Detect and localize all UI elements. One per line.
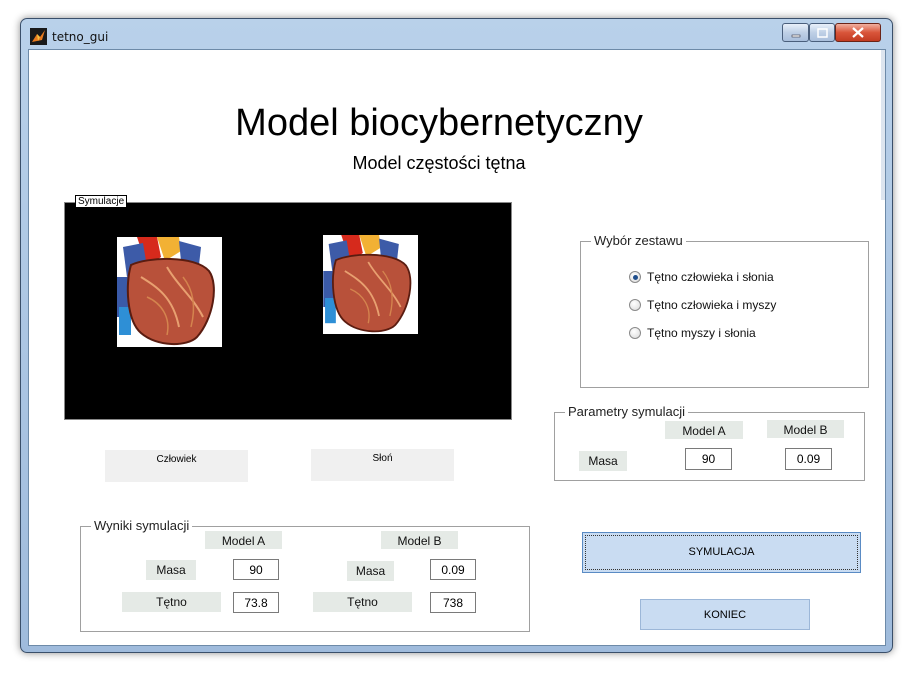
matlab-icon (30, 28, 47, 45)
minimize-icon (791, 34, 800, 37)
close-button[interactable] (835, 23, 881, 42)
minimize-button[interactable] (782, 23, 809, 42)
radio-human-mouse[interactable]: Tętno człowieka i myszy (629, 298, 776, 312)
exit-button[interactable]: KONIEC (640, 599, 810, 630)
results-label: Wyniki symulacji (91, 518, 193, 533)
radio-label: Tętno myszy i słonia (647, 326, 756, 340)
radio-unselected-icon (629, 327, 641, 339)
set-choice-label: Wybór zestawu (591, 233, 686, 248)
simulate-button[interactable]: SYMULACJA (582, 532, 861, 573)
radio-selected-icon (629, 271, 641, 283)
results-mass-a-output: 90 (233, 559, 279, 580)
simulation-panel-label: Symulacje (75, 195, 128, 207)
results-pulse-label-b: Tętno (313, 592, 412, 612)
close-icon (852, 27, 864, 38)
side-strip (881, 50, 885, 200)
elephant-label: Słoń (311, 449, 454, 481)
results-group: Wyniki symulacji Model A Model B Masa 90… (80, 518, 530, 632)
params-group: Parametry symulacji Model A Model B Masa… (554, 404, 865, 481)
app-window: tetno_gui Model biocybernetyczny Model c… (20, 18, 893, 653)
figure-client-area: Model biocybernetyczny Model częstości t… (28, 49, 886, 646)
simulation-panel: Symulacje (64, 195, 512, 420)
radio-mouse-elephant[interactable]: Tętno myszy i słonia (629, 326, 756, 340)
params-mass-a-input[interactable]: 90 (685, 448, 732, 470)
page-subtitle: Model częstości tętna (352, 153, 526, 173)
results-pulse-label-a: Tętno (122, 592, 221, 612)
params-model-b-header: Model B (767, 420, 844, 438)
results-mass-label-b: Masa (347, 561, 394, 581)
radio-unselected-icon (629, 299, 641, 311)
radio-human-elephant[interactable]: Tętno człowieka i słonia (629, 270, 774, 284)
params-label: Parametry symulacji (565, 404, 689, 419)
results-pulse-a-output: 73.8 (233, 592, 279, 613)
human-label: Człowiek (105, 450, 248, 482)
human-heart-image (117, 237, 222, 347)
radio-label: Tętno człowieka i słonia (647, 270, 774, 284)
window-title: tetno_gui (52, 30, 109, 44)
results-model-b-header: Model B (381, 531, 458, 549)
params-mass-b-input[interactable]: 0.09 (785, 448, 832, 470)
set-choice-group: Wybór zestawu Tętno człowieka i słonia T… (580, 233, 869, 388)
maximize-button[interactable] (809, 23, 835, 42)
results-model-a-header: Model A (205, 531, 282, 549)
params-model-a-header: Model A (665, 421, 743, 439)
title-bar[interactable]: tetno_gui (21, 19, 892, 49)
elephant-heart-image (323, 235, 418, 334)
results-mass-label-a: Masa (146, 560, 196, 580)
results-pulse-b-output: 738 (430, 592, 476, 613)
maximize-icon (816, 27, 828, 38)
results-mass-b-output: 0.09 (430, 559, 476, 580)
page-title: Model biocybernetyczny (235, 102, 643, 144)
radio-label: Tętno człowieka i myszy (647, 298, 777, 312)
params-mass-label: Masa (579, 451, 627, 471)
